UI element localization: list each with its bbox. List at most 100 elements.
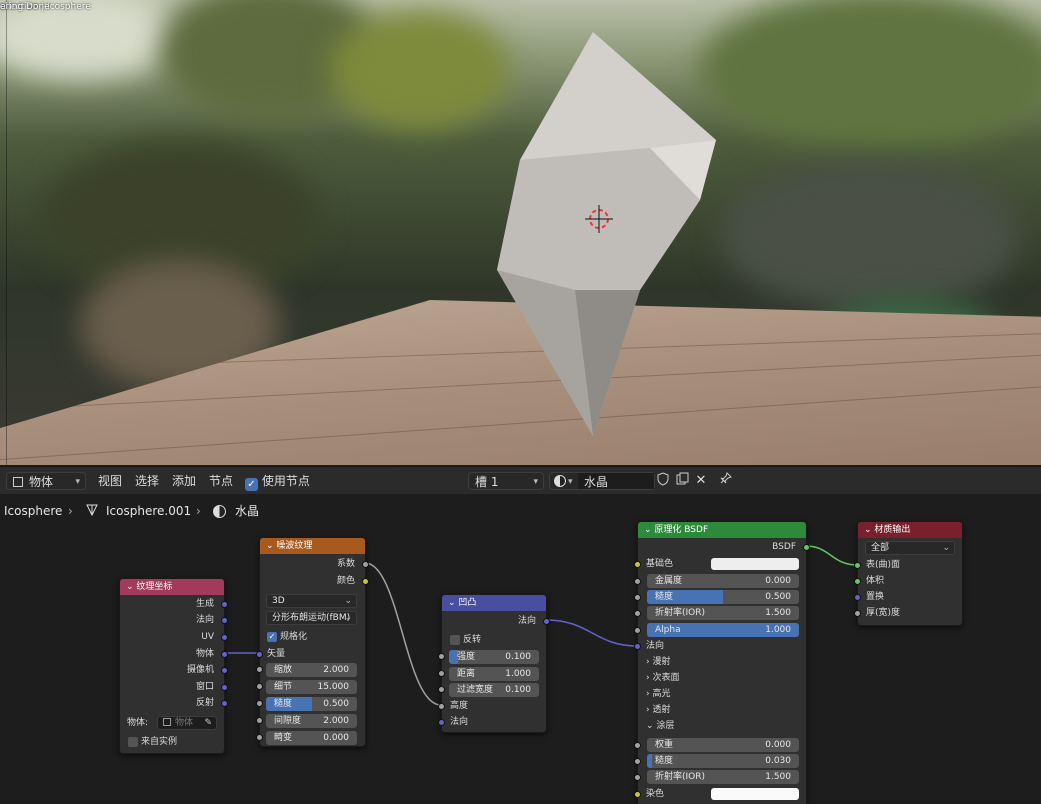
input-socket[interactable]: [854, 610, 861, 617]
panel-coat[interactable]: ⌄ 涂层: [646, 719, 674, 733]
panel-diffuse[interactable]: › 漫射: [646, 655, 671, 669]
detail-field[interactable]: 细节 15.000: [266, 680, 357, 694]
input-socket[interactable]: [634, 561, 641, 568]
node-header[interactable]: ⌄ 原理化 BSDF: [638, 522, 806, 538]
collapse-chevron-icon[interactable]: ⌄: [864, 525, 872, 535]
viewport-render-status: ering Done: [0, 2, 50, 12]
fake-user-shield-icon[interactable]: [655, 472, 671, 490]
use-nodes-toggle[interactable]: ✓ 使用节点: [245, 472, 310, 491]
input-socket[interactable]: [854, 578, 861, 585]
input-socket[interactable]: [438, 719, 445, 726]
object-picker-field[interactable]: 物体 ✎: [157, 716, 217, 730]
distortion-field[interactable]: 畸变 0.000: [266, 731, 357, 745]
noise-type-dropdown[interactable]: 分形布朗运动(fBM) ⌄: [266, 611, 357, 625]
scale-field[interactable]: 缩放 2.000: [266, 663, 357, 677]
node-header[interactable]: ⌄ 材质输出: [858, 522, 962, 538]
base-color-swatch[interactable]: [711, 558, 799, 570]
input-socket[interactable]: [634, 774, 641, 781]
pin-icon[interactable]: [717, 472, 733, 490]
node-header[interactable]: ⌄ 纹理坐标: [120, 579, 224, 595]
unlink-close-icon[interactable]: ✕: [693, 472, 709, 490]
render-target-dropdown[interactable]: 全部 ⌄: [865, 541, 955, 555]
normalize-checkbox[interactable]: ✓: [267, 632, 277, 642]
node-principled-bsdf[interactable]: ⌄ 原理化 BSDF BSDF 基础色 金属度 0.000 糙度 0.500 折射率…: [634, 521, 810, 804]
panel-subsurface[interactable]: › 次表面: [646, 671, 680, 685]
input-socket[interactable]: [634, 578, 641, 585]
material-name-field[interactable]: 水晶: [578, 473, 654, 489]
input-socket[interactable]: [256, 700, 263, 707]
input-socket[interactable]: [854, 562, 861, 569]
input-socket[interactable]: [438, 670, 445, 677]
input-socket[interactable]: [634, 791, 641, 798]
panel-specular[interactable]: › 高光: [646, 687, 671, 701]
menu-select[interactable]: 选择: [135, 472, 159, 490]
alpha-field[interactable]: Alpha 1.000: [647, 623, 799, 637]
output-socket[interactable]: [221, 651, 228, 658]
material-sphere-icon[interactable]: [554, 475, 566, 487]
output-socket[interactable]: [362, 561, 369, 568]
strength-field[interactable]: 强度 0.100: [449, 650, 539, 664]
input-socket[interactable]: [256, 683, 263, 690]
invert-checkbox[interactable]: [450, 635, 460, 645]
ior-field[interactable]: 折射率(IOR) 1.500: [647, 606, 799, 620]
coat-roughness-field[interactable]: 糙度 0.030: [647, 754, 799, 768]
collapse-chevron-icon[interactable]: ⌄: [126, 582, 134, 592]
input-socket[interactable]: [256, 734, 263, 741]
slot-dropdown[interactable]: 槽 1 ▾: [468, 472, 544, 490]
node-title: 纹理坐标: [136, 582, 173, 592]
distance-field[interactable]: 距离 1.000: [449, 667, 539, 681]
panel-transmission[interactable]: › 透射: [646, 703, 671, 717]
input-socket[interactable]: [438, 686, 445, 693]
node-texture-coordinate[interactable]: ⌄ 纹理坐标 生成 法向 UV 物体 摄像机 窗口 反射 物体: 物体 ✎ 来自…: [119, 578, 228, 754]
output-socket[interactable]: [803, 544, 810, 551]
crystal-icosphere[interactable]: [0, 0, 1041, 465]
input-socket[interactable]: [256, 666, 263, 673]
eyedropper-icon[interactable]: ✎: [204, 717, 212, 729]
output-socket[interactable]: [221, 601, 228, 608]
lacunarity-field[interactable]: 间隙度 2.000: [266, 714, 357, 728]
duplicate-material-icon[interactable]: [674, 472, 690, 490]
input-socket[interactable]: [256, 651, 263, 658]
coat-weight-field[interactable]: 权重 0.000: [647, 738, 799, 752]
node-material-output[interactable]: ⌄ 材质输出 全部 ⌄ 表(曲)面 体积 置换 厚(宽)度: [854, 521, 963, 626]
output-socket[interactable]: [221, 684, 228, 691]
collapse-chevron-icon[interactable]: ⌄: [448, 598, 456, 608]
node-bump[interactable]: ⌄ 凹凸 法向 反转 强度 0.100 距离 1.000 过滤宽度 0.100 高度 …: [438, 594, 550, 733]
node-header[interactable]: ⌄ 噪波纹理: [260, 538, 365, 554]
menu-node[interactable]: 节点: [209, 472, 233, 490]
input-socket[interactable]: [634, 643, 641, 650]
dimensions-dropdown[interactable]: 3D ⌄: [266, 594, 357, 608]
output-socket[interactable]: [221, 617, 228, 624]
menu-add[interactable]: 添加: [172, 472, 196, 490]
menu-view[interactable]: 视图: [98, 472, 122, 490]
input-socket[interactable]: [438, 703, 445, 710]
mode-dropdown[interactable]: 物体 ▾: [6, 472, 86, 490]
node-header[interactable]: ⌄ 凹凸: [442, 595, 546, 611]
input-socket[interactable]: [854, 594, 861, 601]
output-socket[interactable]: [543, 618, 550, 625]
coat-tint-swatch[interactable]: [711, 788, 799, 800]
material-selector[interactable]: ▾ 水晶: [549, 472, 655, 490]
output-socket[interactable]: [221, 700, 228, 707]
3d-viewport[interactable]: ollection | Icosphere ering Done: [0, 0, 1041, 465]
node-noise-texture[interactable]: ⌄ 噪波纹理 系数 颜色 3D ⌄ 分形布朗运动(fBM) ⌄ ✓ 规格化 矢量 缩…: [256, 537, 369, 747]
collapse-chevron-icon[interactable]: ⌄: [644, 525, 652, 535]
from-instancer-checkbox[interactable]: [128, 737, 138, 747]
collapse-chevron-icon[interactable]: ⌄: [266, 541, 274, 551]
roughness-field[interactable]: 糙度 0.500: [266, 697, 357, 711]
input-socket[interactable]: [634, 594, 641, 601]
output-socket[interactable]: [362, 578, 369, 585]
roughness-field[interactable]: 糙度 0.500: [647, 590, 799, 604]
output-socket[interactable]: [221, 634, 228, 641]
input-socket[interactable]: [256, 717, 263, 724]
input-socket[interactable]: [634, 742, 641, 749]
coat-ior-field[interactable]: 折射率(IOR) 1.500: [647, 770, 799, 784]
output-socket[interactable]: [221, 667, 228, 674]
input-socket[interactable]: [438, 653, 445, 660]
filter-width-field[interactable]: 过滤宽度 0.100: [449, 683, 539, 697]
input-socket[interactable]: [634, 758, 641, 765]
input-socket[interactable]: [634, 627, 641, 634]
object-icon: [163, 718, 171, 726]
metallic-field[interactable]: 金属度 0.000: [647, 574, 799, 588]
input-socket[interactable]: [634, 610, 641, 617]
